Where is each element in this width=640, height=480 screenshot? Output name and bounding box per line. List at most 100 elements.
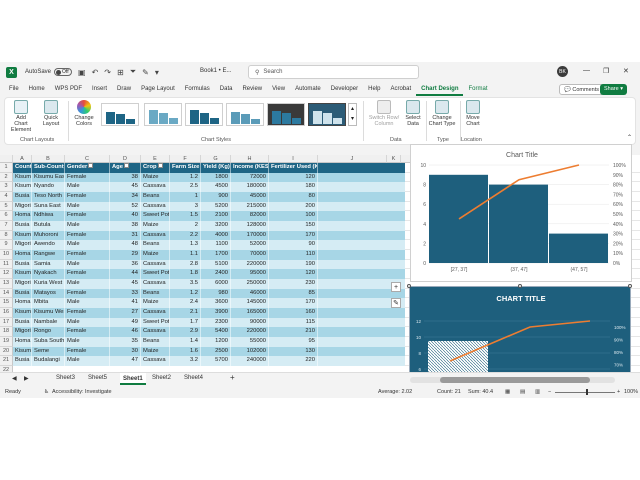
- table-cell[interactable]: 3600: [201, 298, 231, 309]
- resize-handle[interactable]: [628, 284, 632, 288]
- row-header-21[interactable]: 21: [0, 356, 13, 367]
- table-cell[interactable]: 3.2: [170, 356, 201, 367]
- pareto-chart[interactable]: Chart Title 0 2 4 6 8 10 0% 10% 20% 30% 40% 50% 60% 70…: [410, 144, 632, 282]
- chart-style-1[interactable]: [101, 103, 139, 126]
- table-cell[interactable]: 170: [269, 298, 318, 309]
- table-cell[interactable]: 145000: [231, 298, 269, 309]
- select-all-corner[interactable]: [0, 155, 13, 163]
- table-cell[interactable]: Beans: [141, 337, 170, 347]
- table-cell[interactable]: 1.8: [170, 269, 201, 280]
- table-cell[interactable]: 1: [170, 192, 201, 202]
- table-cell[interactable]: Cassava: [141, 327, 170, 338]
- table-cell[interactable]: 5400: [201, 327, 231, 338]
- table-cell[interactable]: Busia: [13, 288, 32, 299]
- row-header-18[interactable]: 18: [0, 327, 13, 338]
- column-header-cell[interactable]: Age: [110, 163, 141, 173]
- table-cell[interactable]: 29: [110, 250, 141, 260]
- menu-tab-chart-design[interactable]: Chart Design: [416, 83, 464, 96]
- table-cell[interactable]: 240000: [231, 356, 269, 367]
- menu-tab-automate[interactable]: Automate: [290, 83, 326, 96]
- table-cell[interactable]: 1200: [201, 337, 231, 347]
- sheet-tab-sheet4[interactable]: Sheet4: [184, 375, 203, 381]
- row-header-4[interactable]: 4: [0, 192, 13, 202]
- table-cell[interactable]: Male: [65, 259, 110, 270]
- table-cell[interactable]: Budalangi: [32, 356, 65, 367]
- next-sheet-icon[interactable]: ▶: [24, 375, 29, 382]
- menu-tab-developer[interactable]: Developer: [326, 83, 363, 96]
- menu-tab-draw[interactable]: Draw: [112, 83, 136, 96]
- table-cell[interactable]: Suna East: [32, 201, 65, 212]
- zoom-slider[interactable]: [555, 392, 615, 393]
- add-chart-element-button[interactable]: Add Chart Element: [9, 100, 33, 133]
- table-cell[interactable]: 1.1: [170, 250, 201, 260]
- table-cell[interactable]: 3900: [201, 308, 231, 318]
- table-cell[interactable]: Busia: [13, 192, 32, 202]
- sheet-tab-sheet3[interactable]: Sheet3: [56, 375, 75, 381]
- horizontal-scrollbar[interactable]: [410, 377, 615, 383]
- table-cell[interactable]: Female: [65, 172, 110, 183]
- table-cell[interactable]: Cassava: [141, 279, 170, 289]
- table-cell[interactable]: 250000: [231, 279, 269, 289]
- zoom-in-icon[interactable]: +: [617, 389, 620, 395]
- table-cell[interactable]: Cassava: [141, 182, 170, 192]
- table-cell[interactable]: 3: [170, 201, 201, 212]
- menu-tab-page-layout[interactable]: Page Layout: [136, 83, 180, 96]
- table-cell[interactable]: 30: [110, 346, 141, 357]
- table-cell[interactable]: Migori: [13, 240, 32, 251]
- table-cell[interactable]: Cassava: [141, 201, 170, 212]
- table-cell[interactable]: Female: [65, 250, 110, 260]
- table-cell[interactable]: 31: [110, 230, 141, 241]
- table-cell[interactable]: Migori: [13, 327, 32, 338]
- table-cell[interactable]: Homa Bay: [13, 250, 32, 260]
- table-cell[interactable]: Female: [65, 308, 110, 318]
- row-header-10[interactable]: 10: [0, 250, 13, 260]
- table-cell[interactable]: Cassava: [141, 259, 170, 270]
- restore-icon[interactable]: ❐: [603, 67, 609, 75]
- page-break-icon[interactable]: ▥: [535, 389, 540, 395]
- table-cell[interactable]: Awendo: [32, 240, 65, 251]
- table-cell[interactable]: 1700: [201, 250, 231, 260]
- table-cell[interactable]: 2.5: [170, 182, 201, 192]
- table-cell[interactable]: Kisumu: [13, 269, 32, 280]
- table-cell[interactable]: 2400: [201, 269, 231, 280]
- column-header-c[interactable]: C: [65, 155, 110, 163]
- table-cell[interactable]: 47: [110, 356, 141, 367]
- table-cell[interactable]: Maize: [141, 221, 170, 231]
- table-cell[interactable]: 95000: [231, 269, 269, 280]
- table-cell[interactable]: 110: [269, 250, 318, 260]
- table-cell[interactable]: 1800: [201, 172, 231, 183]
- table-cell[interactable]: Cassava: [141, 356, 170, 367]
- table-cell[interactable]: 52000: [231, 240, 269, 251]
- table-cell[interactable]: 55000: [231, 337, 269, 347]
- table-cell[interactable]: 150: [269, 221, 318, 231]
- table-cell[interactable]: 2.1: [170, 308, 201, 318]
- table-cell[interactable]: 115: [269, 317, 318, 328]
- table-cell[interactable]: Muhoroni: [32, 230, 65, 241]
- column-header-g[interactable]: G: [201, 155, 231, 163]
- table-cell[interactable]: 38: [110, 172, 141, 183]
- table-cell[interactable]: Maize: [141, 250, 170, 260]
- table-cell[interactable]: Female: [65, 346, 110, 357]
- row-header-9[interactable]: 9: [0, 240, 13, 251]
- table-cell[interactable]: 6000: [201, 279, 231, 289]
- table-cell[interactable]: 85: [269, 288, 318, 299]
- table-cell[interactable]: 2.4: [170, 298, 201, 309]
- switch-row-column-button[interactable]: Switch Row/ Column: [367, 100, 401, 127]
- table-cell[interactable]: 2: [170, 221, 201, 231]
- column-header-i[interactable]: I: [269, 155, 318, 163]
- table-cell[interactable]: 46000: [231, 288, 269, 299]
- customize-toolbar-icon[interactable]: ▾: [155, 68, 159, 77]
- table-cell[interactable]: Busia: [13, 259, 32, 270]
- table-cell[interactable]: 27: [110, 308, 141, 318]
- table-cell[interactable]: 170000: [231, 230, 269, 241]
- table-cell[interactable]: 1.7: [170, 317, 201, 328]
- table-cell[interactable]: 980: [201, 288, 231, 299]
- table-cell[interactable]: Male: [65, 298, 110, 309]
- normal-view-icon[interactable]: ▦: [505, 389, 510, 395]
- sheet-tab-sheet1[interactable]: Sheet1: [120, 373, 146, 385]
- table-cell[interactable]: 90: [269, 240, 318, 251]
- row-header-3[interactable]: 3: [0, 182, 13, 192]
- table-cell[interactable]: 3.5: [170, 279, 201, 289]
- table-cell[interactable]: Maize: [141, 298, 170, 309]
- row-header-2[interactable]: 2: [0, 172, 13, 183]
